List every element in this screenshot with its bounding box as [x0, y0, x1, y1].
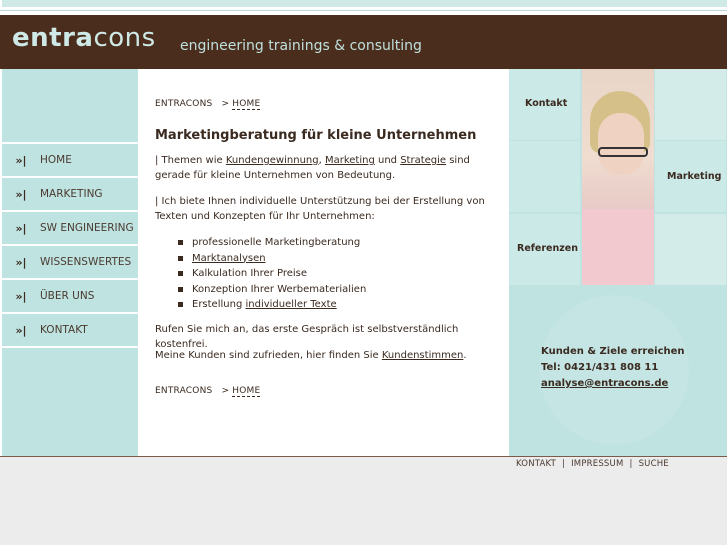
footer-link-kontakt[interactable]: KONTAKT: [516, 459, 556, 469]
breadcrumb-root: ENTRACONS: [155, 386, 213, 396]
breadcrumb-home-link[interactable]: HOME: [232, 386, 261, 397]
link-individueller-texte[interactable]: individueller Texte: [245, 299, 336, 310]
sidebar-item-label: HOME: [40, 154, 72, 166]
tile-marketing[interactable]: Marketing: [655, 141, 726, 212]
breadcrumb-separator: >: [221, 386, 230, 396]
site-logo[interactable]: entracons: [12, 23, 156, 53]
breadcrumb-separator: >: [221, 99, 230, 109]
right-panel: Kontakt Marketing Referenzen Kunden & Zi…: [509, 69, 727, 456]
breadcrumb: ENTRACONS > HOME: [155, 97, 261, 112]
breadcrumb-home-link[interactable]: HOME: [232, 99, 261, 110]
nav-arrow-icon: »|: [15, 153, 27, 167]
tile-top-right: [655, 69, 726, 140]
portrait-photo: [582, 69, 654, 285]
nav-arrow-icon: »|: [15, 289, 27, 303]
top-strip: [0, 0, 727, 15]
top-mint-band: [2, 0, 727, 7]
sidebar-item-marketing[interactable]: »| MARKETING: [2, 176, 138, 210]
footer-separator: |: [629, 459, 633, 469]
nav-arrow-icon: »|: [15, 255, 27, 269]
tile-bottom-right: [655, 214, 726, 285]
nav-arrow-icon: »|: [15, 187, 27, 201]
sidebar-item-wissenswertes[interactable]: »| WISSENSWERTES: [2, 244, 138, 278]
link-marketing[interactable]: Marketing: [325, 155, 375, 166]
breadcrumb-bottom: ENTRACONS > HOME: [155, 384, 261, 399]
intro-paragraph: | Themen wie Kundengewinnung, Marketing …: [155, 153, 490, 183]
sidebar-item-label: MARKETING: [40, 188, 103, 200]
portrait-face: [598, 113, 644, 175]
footer-divider: [0, 456, 727, 457]
customers-paragraph: Meine Kunden sind zufrieden, hier finden…: [155, 348, 467, 363]
nav-arrow-icon: »|: [15, 221, 27, 235]
tile-kontakt[interactable]: Kontakt: [509, 69, 580, 140]
tile-label: Kontakt: [525, 98, 568, 109]
portrait-shirt: [582, 209, 654, 285]
site-tagline: engineering trainings & consulting: [180, 38, 422, 54]
p1-text-c: und: [374, 155, 401, 166]
sidebar-item-ueber-uns[interactable]: »| ÜBER UNS: [2, 278, 138, 312]
p4-text-b: .: [463, 350, 467, 361]
sidebar-item-label: WISSENSWERTES: [40, 256, 132, 268]
list-item: professionelle Marketingberatung: [173, 235, 366, 251]
tile-referenzen[interactable]: Referenzen: [509, 214, 580, 285]
sidebar-item-home[interactable]: »| HOME: [2, 142, 138, 176]
sidebar: »| HOME »| MARKETING »| SW ENGINEERING »…: [2, 69, 138, 456]
link-marktanalysen[interactable]: Marktanalysen: [192, 253, 266, 264]
tile-label: Referenzen: [517, 243, 578, 254]
link-kundengewinnung[interactable]: Kundengewinnung: [226, 155, 319, 166]
page-title: Marketingberatung für kleine Unternehmen: [155, 128, 477, 143]
link-strategie[interactable]: Strategie: [400, 155, 446, 166]
list-item: Erstellung individueller Texte: [173, 297, 366, 313]
footer-separator: |: [562, 459, 566, 469]
footer-links: KONTAKT | IMPRESSUM | SUCHE: [516, 459, 669, 469]
breadcrumb-root: ENTRACONS: [155, 99, 213, 109]
link-kundenstimmen[interactable]: Kundenstimmen: [382, 350, 463, 361]
list-item: Konzeption Ihrer Werbematerialien: [173, 282, 366, 298]
bullet-text: Konzeption Ihrer Werbematerialien: [192, 283, 367, 295]
sidebar-item-sw-engineering[interactable]: »| SW ENGINEERING: [2, 210, 138, 244]
list-item: Kalkulation Ihrer Preise: [173, 266, 366, 282]
nav-arrow-icon: »|: [15, 323, 27, 337]
bullet-text: Kalkulation Ihrer Preise: [192, 268, 308, 279]
contact-slogan: Kunden & Ziele erreichen: [541, 346, 685, 357]
p1-text-a: | Themen wie: [155, 155, 226, 166]
footer-link-suche[interactable]: SUCHE: [639, 459, 669, 469]
tile-left-middle: [509, 141, 580, 212]
contact-email-link[interactable]: analyse@entracons.de: [541, 376, 685, 392]
support-paragraph: | Ich biete Ihnen individuelle Unterstüt…: [155, 196, 485, 222]
tile-label: Marketing: [667, 171, 722, 182]
contact-phone: Tel: 0421/431 808 11: [541, 362, 659, 373]
logo-bold: entra: [12, 23, 94, 53]
logo-light: cons: [93, 23, 156, 53]
bullet-text: professionelle Marketingberatung: [192, 237, 361, 248]
list-item: Marktanalysen: [173, 251, 366, 267]
sidebar-item-label: KONTAKT: [40, 324, 88, 336]
footer-link-impressum[interactable]: IMPRESSUM: [571, 459, 623, 469]
sidebar-item-label: ÜBER UNS: [40, 290, 95, 302]
page-body: »| HOME »| MARKETING »| SW ENGINEERING »…: [0, 69, 727, 456]
portrait-glasses: [598, 147, 648, 157]
bullet-text: Erstellung: [192, 299, 246, 310]
sidebar-item-kontakt[interactable]: »| KONTAKT: [2, 312, 138, 348]
service-list: professionelle Marketingberatung Marktan…: [173, 235, 366, 313]
top-divider: [0, 10, 727, 11]
p4-text-a: Meine Kunden sind zufrieden, hier finden…: [155, 350, 382, 361]
site-header: entracons engineering trainings & consul…: [0, 15, 727, 69]
sidebar-item-label: SW ENGINEERING: [40, 222, 134, 234]
contact-box: Kunden & Ziele erreichen Tel: 0421/431 8…: [541, 344, 685, 392]
